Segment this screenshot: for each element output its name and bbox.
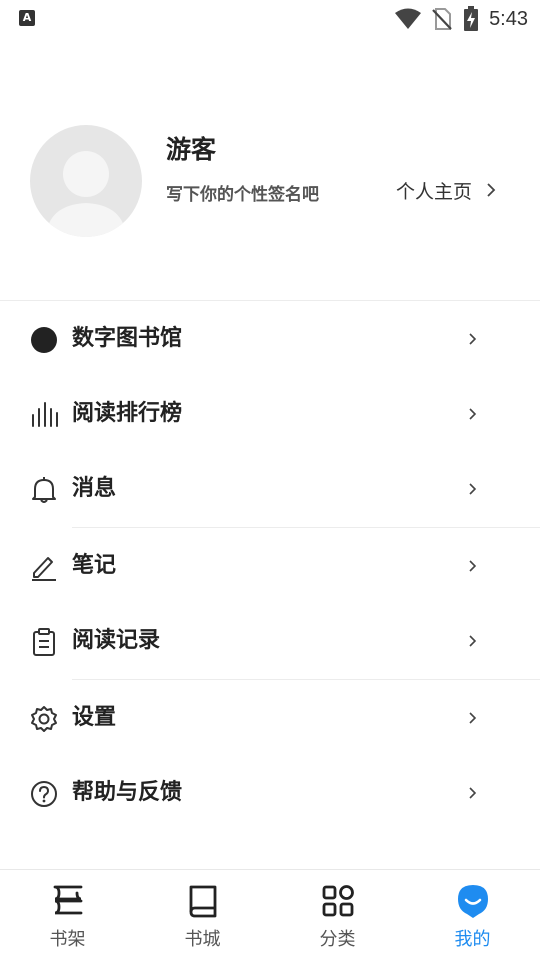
- nav-label: 我的: [454, 929, 491, 950]
- nav-tab-mine[interactable]: 我的: [405, 870, 540, 960]
- menu-item-label: 帮助与反馈: [72, 780, 183, 805]
- bar-chart-icon: [32, 402, 58, 427]
- clipboard-icon: [33, 628, 55, 656]
- help-icon: [31, 781, 57, 807]
- personal-homepage-link[interactable]: 个人主页: [396, 176, 496, 204]
- wifi-icon: [395, 8, 422, 29]
- chevron-right-icon: [469, 635, 477, 647]
- keyboard-notification-icon: A: [19, 10, 35, 26]
- menu-item-settings[interactable]: 设置: [0, 681, 540, 755]
- chevron-right-icon: [469, 408, 477, 420]
- menu-divider: [72, 527, 540, 528]
- menu-divider: [72, 679, 540, 680]
- gear-icon: [31, 706, 57, 732]
- section-divider: [0, 300, 540, 301]
- menu-item-label: 笔记: [72, 553, 117, 578]
- chevron-right-icon: [469, 712, 477, 724]
- chevron-right-icon: [487, 183, 496, 197]
- status-icons: 5:43: [395, 5, 528, 33]
- profile-header: 游客 写下你的个性签名吧 个人主页: [0, 100, 540, 280]
- nav-tab-bookshelf[interactable]: 书架: [0, 870, 135, 960]
- menu-item-label: 阅读记录: [72, 628, 161, 653]
- nav-tab-categories[interactable]: 分类: [270, 870, 405, 960]
- battery-charging-icon: [464, 6, 479, 31]
- no-sim-icon: [432, 8, 452, 30]
- chevron-right-icon: [469, 333, 477, 345]
- menu-item-label: 设置: [72, 705, 117, 730]
- menu-item-digital-library[interactable]: 数字图书馆: [0, 302, 540, 376]
- book-icon: [189, 885, 216, 918]
- bookshelf-icon: [53, 885, 82, 915]
- circle-icon: [31, 327, 57, 353]
- nav-tab-bookstore[interactable]: 书城: [135, 870, 270, 960]
- nav-label: 书架: [49, 929, 86, 950]
- user-signature[interactable]: 写下你的个性签名吧: [166, 180, 319, 205]
- menu-item-label: 数字图书馆: [72, 326, 183, 351]
- menu-item-messages[interactable]: 消息: [0, 452, 540, 526]
- nav-label: 分类: [319, 929, 356, 950]
- avatar[interactable]: [30, 125, 142, 237]
- chevron-right-icon: [469, 787, 477, 799]
- face-icon: [457, 885, 488, 918]
- default-user-icon: [46, 151, 126, 237]
- menu-item-help-feedback[interactable]: 帮助与反馈: [0, 756, 540, 830]
- status-bar: A 5:43: [0, 0, 540, 38]
- bottom-navigation: 书架 书城 分类 我的: [0, 869, 540, 960]
- pen-icon: [32, 557, 56, 581]
- nav-label: 书城: [184, 929, 221, 950]
- menu-item-label: 阅读排行榜: [72, 401, 183, 426]
- menu-item-reading-ranking[interactable]: 阅读排行榜: [0, 377, 540, 451]
- grid-icon: [322, 885, 354, 917]
- user-name: 游客: [166, 135, 217, 164]
- menu-item-reading-history[interactable]: 阅读记录: [0, 604, 540, 678]
- status-time: 5:43: [489, 7, 528, 30]
- personal-homepage-label: 个人主页: [396, 180, 473, 203]
- menu-item-notes[interactable]: 笔记: [0, 529, 540, 603]
- menu-item-label: 消息: [72, 476, 117, 501]
- chevron-right-icon: [469, 483, 477, 495]
- chevron-right-icon: [469, 560, 477, 572]
- bell-icon: [32, 477, 56, 503]
